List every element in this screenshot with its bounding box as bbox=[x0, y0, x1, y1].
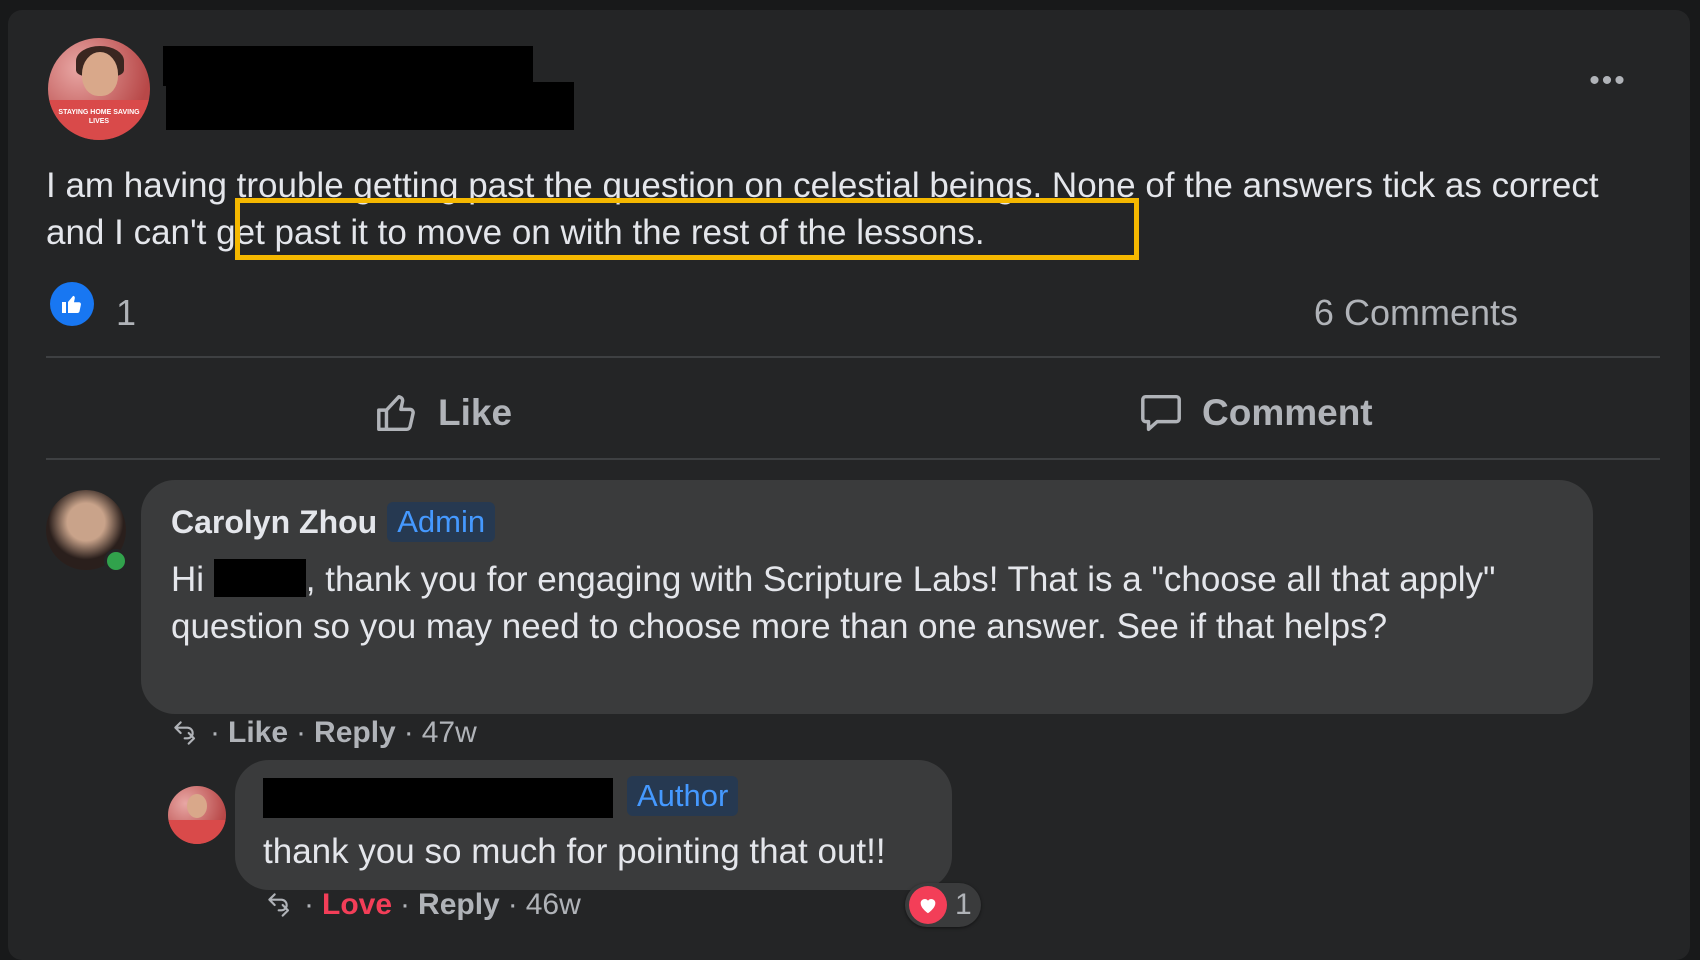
avatar-banner-text: STAYING HOME SAVING LIVES bbox=[48, 100, 150, 140]
redacted-reply-author bbox=[263, 778, 613, 818]
post-card: STAYING HOME SAVING LIVES ••• I am havin… bbox=[8, 10, 1690, 960]
highlight-annotation-box bbox=[235, 198, 1139, 260]
reply-arrows-icon[interactable] bbox=[170, 717, 202, 749]
redacted-post-meta bbox=[166, 82, 574, 130]
comment-actions: · Like · Reply · 47w bbox=[170, 716, 477, 750]
comment-text: Hi , thank you for engaging with Scriptu… bbox=[171, 556, 1571, 650]
post-author-avatar[interactable]: STAYING HOME SAVING LIVES bbox=[48, 38, 150, 140]
heart-icon bbox=[909, 886, 947, 924]
heart-glyph bbox=[920, 899, 936, 914]
redacted-mention bbox=[213, 559, 306, 597]
comments-count[interactable]: 6 Comments bbox=[1314, 292, 1518, 334]
divider-bottom bbox=[46, 458, 1660, 460]
comment-bubble: Carolyn Zhou Admin Hi , thank you for en… bbox=[141, 480, 1593, 714]
like-button[interactable]: Like bbox=[374, 390, 512, 436]
meta-separator: · bbox=[210, 716, 220, 749]
reply-timestamp[interactable]: 46w bbox=[526, 888, 581, 922]
thumbs-up-outline-icon bbox=[377, 394, 415, 432]
reaction-pill[interactable]: 1 bbox=[905, 883, 981, 927]
comment-button[interactable]: Comment bbox=[1138, 390, 1373, 436]
reply-text: thank you so much for pointing that out!… bbox=[263, 832, 886, 871]
admin-badge: Admin bbox=[387, 502, 496, 542]
meta-separator: · bbox=[403, 716, 414, 749]
online-status-indicator bbox=[104, 549, 128, 573]
redacted-author-name bbox=[163, 46, 533, 86]
like-count[interactable]: 1 bbox=[116, 292, 136, 334]
like-reaction-icon[interactable] bbox=[50, 282, 94, 326]
speech-bubble-icon bbox=[1141, 394, 1181, 432]
comment-header: Carolyn Zhou Admin bbox=[171, 502, 496, 542]
meta-separator: · bbox=[400, 888, 411, 921]
comment-timestamp[interactable]: 47w bbox=[422, 716, 477, 750]
avatar-face bbox=[187, 794, 207, 818]
reply-arrows-icon[interactable] bbox=[264, 889, 296, 921]
meta-separator: · bbox=[304, 888, 314, 921]
reply-actions: · Love · Reply · 46w bbox=[264, 888, 581, 922]
reply-author-avatar[interactable] bbox=[168, 786, 226, 844]
comment-reply-action[interactable]: Reply bbox=[314, 716, 396, 750]
reply-bubble: Author thank you so much for pointing th… bbox=[235, 760, 952, 890]
divider-top bbox=[46, 356, 1660, 358]
avatar-face bbox=[82, 52, 118, 96]
reply-reply-action[interactable]: Reply bbox=[418, 888, 500, 922]
thumbs-up-icon bbox=[62, 295, 81, 313]
reply-love-action[interactable]: Love bbox=[322, 888, 392, 922]
comment-author-name[interactable]: Carolyn Zhou bbox=[171, 504, 377, 541]
comment-text-greeting: Hi bbox=[171, 560, 214, 599]
reaction-count: 1 bbox=[955, 888, 972, 921]
comment-like-action[interactable]: Like bbox=[228, 716, 288, 750]
author-badge: Author bbox=[627, 776, 739, 816]
like-button-label: Like bbox=[438, 392, 513, 433]
comment-button-label: Comment bbox=[1202, 392, 1373, 433]
avatar-banner bbox=[168, 820, 226, 844]
meta-separator: · bbox=[296, 716, 307, 749]
more-options-icon[interactable]: ••• bbox=[1578, 66, 1638, 106]
meta-separator: · bbox=[507, 888, 518, 921]
comment-text-body: , thank you for engaging with Scripture … bbox=[171, 560, 1496, 646]
